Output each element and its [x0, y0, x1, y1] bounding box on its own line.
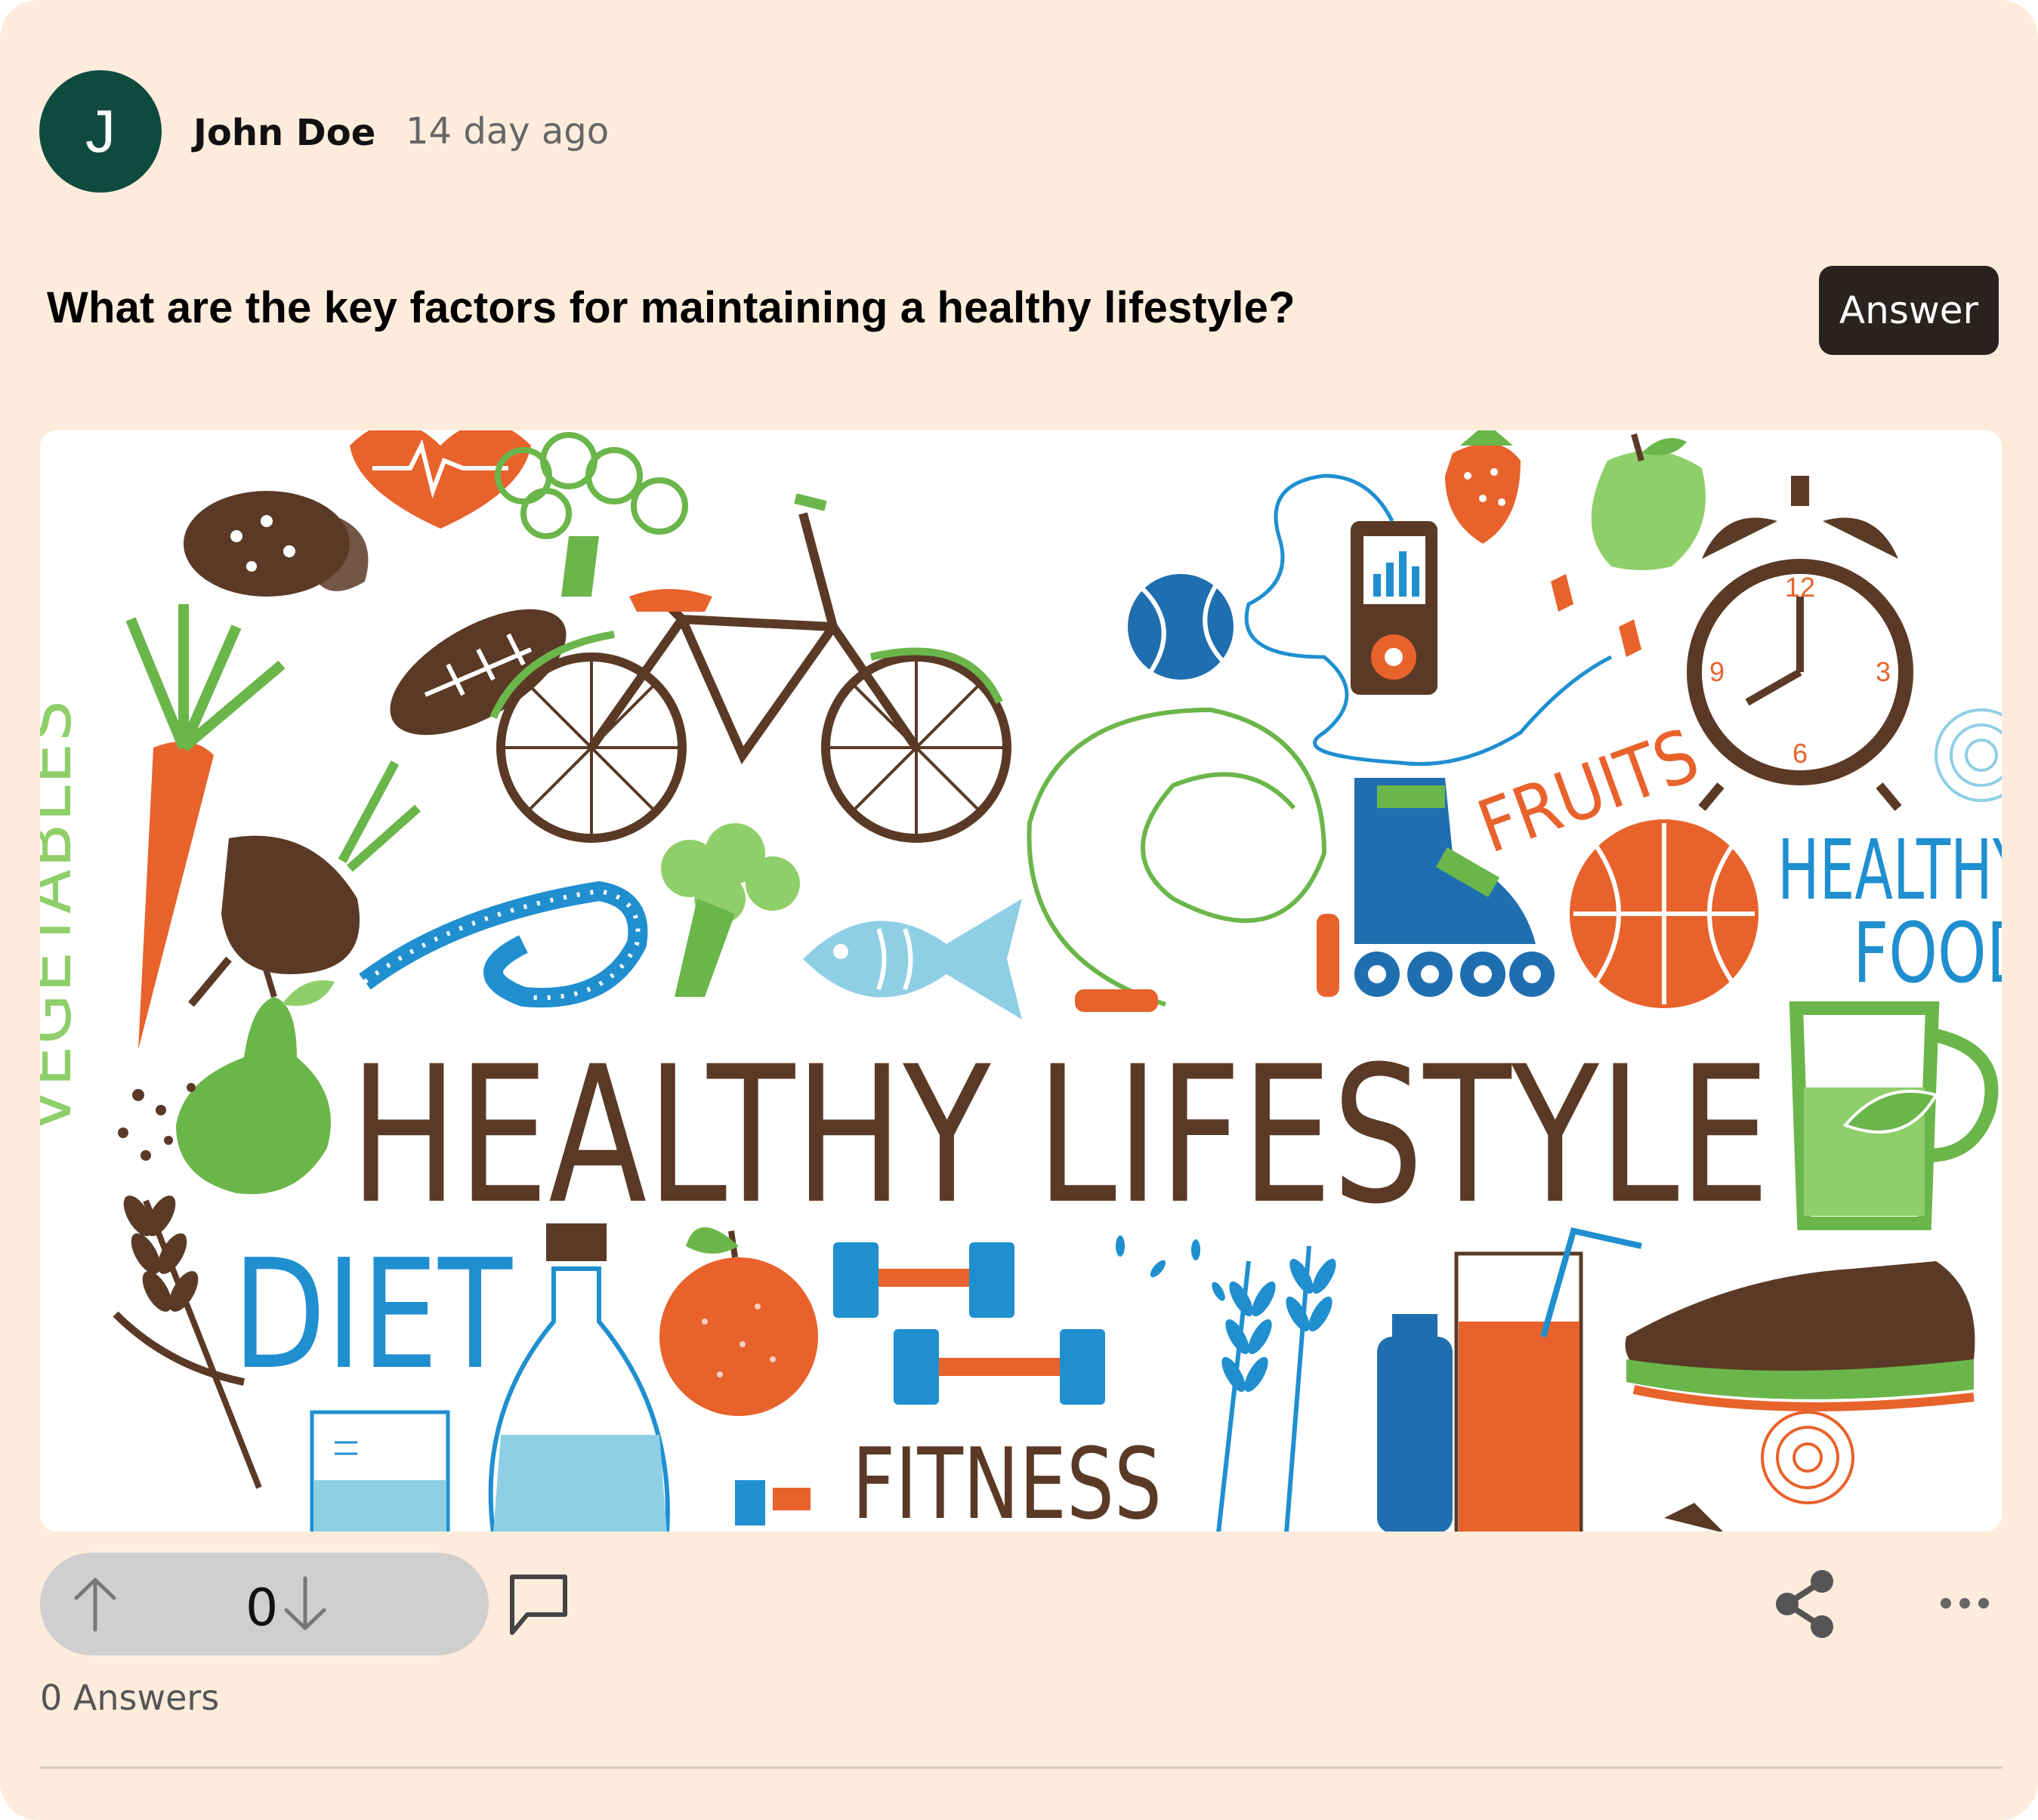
- vote-control: 0: [40, 1553, 489, 1655]
- illustration-word-fitness: FITNESS: [852, 1427, 1162, 1532]
- post-time: 14 day ago: [406, 110, 610, 153]
- avatar[interactable]: J: [39, 70, 162, 193]
- vote-count: 0: [245, 1578, 279, 1638]
- illustration-word-vegetables: VEGETABLES: [40, 699, 86, 1133]
- question-card: J John Doe 14 day ago What are the key f…: [0, 0, 2038, 1820]
- question-title[interactable]: What are the key factors for maintaining…: [47, 282, 1295, 333]
- answer-button[interactable]: Answer: [1819, 266, 1999, 355]
- divider: [40, 1766, 2002, 1769]
- svg-text:9: 9: [1709, 656, 1725, 687]
- svg-text:3: 3: [1876, 656, 1891, 687]
- illustration-word-main: HEALTHY LIFESTYLE: [350, 1026, 1770, 1245]
- answers-count[interactable]: 0 Answers: [40, 1677, 219, 1718]
- arrow-up-icon[interactable]: [69, 1575, 122, 1633]
- illustration-word-diet: DIET: [233, 1227, 513, 1403]
- share-icon[interactable]: [1771, 1568, 1839, 1640]
- illustration-word-food: FOOD: [1853, 905, 2002, 1001]
- avatar-initial: J: [85, 97, 116, 165]
- svg-text:6: 6: [1793, 738, 1808, 769]
- more-icon[interactable]: [1938, 1586, 1991, 1621]
- post-image[interactable]: 12 3 6 9 VEGETABLES HEALTHY LIFESTYLE FR…: [40, 430, 2002, 1532]
- arrow-down-icon[interactable]: [279, 1575, 332, 1633]
- healthy-lifestyle-illustration: 12 3 6 9 VEGETABLES HEALTHY LIFESTYLE FRUIT…: [40, 430, 2002, 1532]
- author-name[interactable]: John Doe: [193, 112, 375, 154]
- illustration-word-healthy: HEALTHY: [1777, 822, 2002, 918]
- svg-text:12: 12: [1785, 572, 1815, 603]
- comment-icon[interactable]: [505, 1569, 573, 1639]
